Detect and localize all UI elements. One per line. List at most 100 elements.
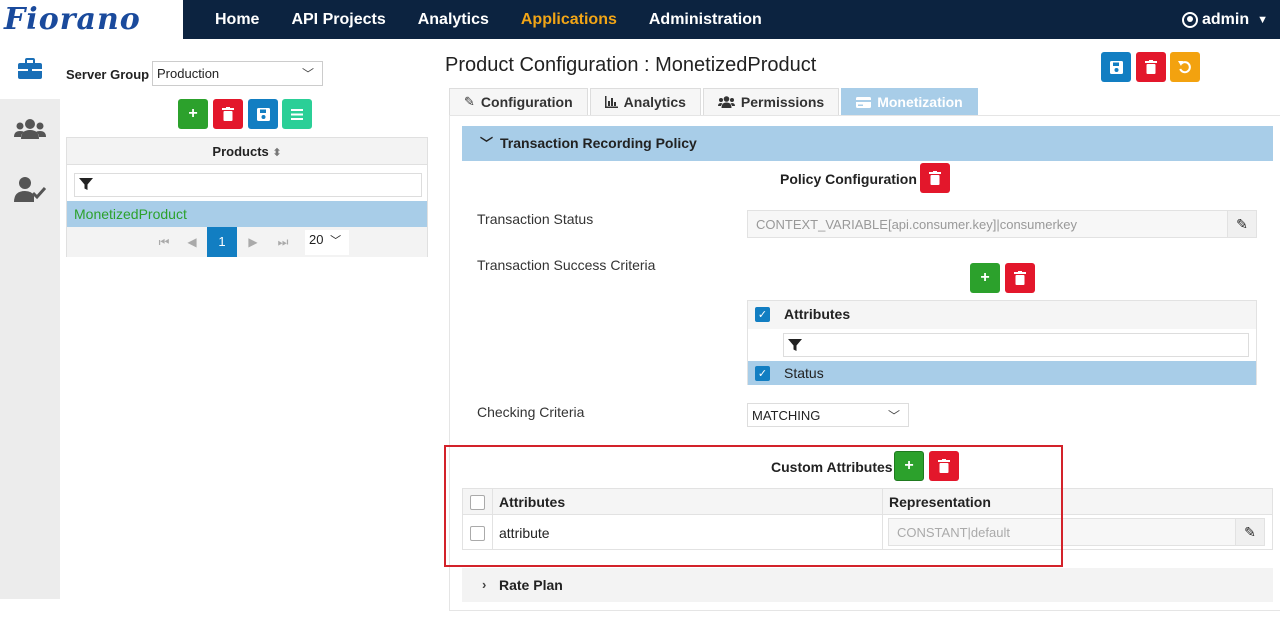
filter-icon (79, 178, 93, 190)
products-filter-input[interactable] (74, 173, 422, 197)
users-icon (14, 119, 46, 139)
user-name: admin (1201, 10, 1250, 28)
chevron-down-icon: ﹀ (887, 409, 900, 423)
users-icon (717, 96, 735, 108)
save-product-button[interactable] (248, 99, 278, 129)
checking-criteria-select[interactable]: MATCHING ﹀ (747, 403, 909, 427)
list-icon (291, 108, 303, 120)
top-bar: Fiorano Home API Projects Analytics Appl… (0, 0, 1280, 39)
delete-criteria-button[interactable] (1005, 263, 1035, 293)
user-circle-icon (1181, 11, 1198, 28)
criteria-grid-header: ✓ Attributes (748, 301, 1256, 329)
edit-icon: ✎ (1244, 523, 1256, 540)
tab-permissions[interactable]: Permissions (702, 88, 840, 115)
tab-monetization-label: Monetization (877, 94, 963, 110)
last-page-button[interactable]: ⏭ (268, 227, 298, 257)
nav-administration[interactable]: Administration (649, 11, 762, 29)
delete-policy-button[interactable] (920, 163, 950, 193)
row-checkbox[interactable]: ✓ (755, 366, 770, 381)
page-size-value: 20 (309, 232, 324, 247)
rail-item-applications[interactable] (0, 39, 60, 99)
tab-analytics[interactable]: Analytics (589, 88, 701, 115)
page-size-select[interactable]: 20 ﹀ (305, 230, 349, 255)
criteria-attributes-header[interactable]: Attributes (784, 306, 850, 322)
prev-page-button[interactable]: ◀ (177, 227, 207, 257)
user-menu[interactable]: admin ▼ (1181, 0, 1268, 39)
plus-icon: + (188, 105, 198, 122)
chevron-down-icon: ﹀ (330, 235, 342, 247)
chevron-right-icon: › (482, 577, 487, 592)
first-page-button[interactable]: ⏮ (149, 227, 179, 257)
criteria-filter-input[interactable] (783, 333, 1249, 357)
tab-permissions-label: Permissions (740, 94, 825, 110)
save-icon (1109, 60, 1123, 74)
nav-analytics[interactable]: Analytics (418, 11, 489, 29)
revert-config-button[interactable] (1170, 52, 1200, 82)
transaction-status-field: CONTEXT_VARIABLE[api.consumer.key]|consu… (747, 210, 1257, 238)
rail-item-user-check[interactable] (0, 159, 60, 219)
checking-criteria-value: MATCHING (752, 408, 821, 423)
chevron-down-icon: ﹀ (480, 136, 494, 151)
table-row[interactable]: ✓ Status (748, 361, 1256, 385)
undo-icon (1178, 61, 1191, 74)
server-group-select[interactable]: Production ﹀ (152, 61, 323, 86)
logo: Fiorano (0, 0, 183, 39)
trash-icon (1014, 271, 1026, 285)
product-row[interactable]: MonetizedProduct (67, 201, 427, 227)
edit-representation-button[interactable]: ✎ (1235, 518, 1265, 546)
left-rail (0, 39, 60, 599)
success-criteria-label: Transaction Success Criteria (477, 257, 656, 273)
current-page[interactable]: 1 (207, 227, 237, 257)
trash-icon (1145, 60, 1157, 74)
checking-criteria-label: Checking Criteria (477, 404, 585, 420)
policy-configuration-label: Policy Configuration (780, 171, 917, 187)
add-product-button[interactable]: + (178, 99, 208, 129)
server-group-value: Production (157, 66, 220, 81)
edit-transaction-status-button[interactable]: ✎ (1227, 210, 1257, 238)
highlight-box (444, 445, 1063, 567)
filter-icon (788, 339, 802, 351)
criteria-attributes-grid: ✓ Attributes ✓ Status (747, 300, 1257, 385)
products-header-label: Products (212, 144, 269, 159)
transaction-policy-header[interactable]: ﹀ Transaction Recording Policy (462, 126, 1273, 161)
trash-icon (929, 171, 941, 185)
nav-api-projects[interactable]: API Projects (291, 11, 385, 29)
tab-bar: ✎ Configuration Analytics Permissions Mo… (449, 88, 980, 115)
page-title: Product Configuration : MonetizedProduct (445, 54, 817, 76)
briefcase-icon (18, 58, 42, 79)
sort-icon: ⬍ (272, 147, 282, 159)
tab-configuration[interactable]: ✎ Configuration (449, 88, 588, 115)
criteria-attribute-value: Status (784, 365, 824, 381)
chart-icon (604, 96, 618, 108)
products-header[interactable]: Products ⬍ (67, 138, 427, 165)
delete-product-button[interactable] (213, 99, 243, 129)
nav-home[interactable]: Home (215, 11, 259, 29)
nav-applications[interactable]: Applications (521, 11, 617, 29)
tab-configuration-label: Configuration (480, 94, 573, 110)
save-icon (256, 107, 270, 121)
server-group-label: Server Group (66, 67, 150, 82)
save-config-button[interactable] (1101, 52, 1131, 82)
list-button[interactable] (282, 99, 312, 129)
transaction-status-label: Transaction Status (477, 211, 594, 227)
logo-text: Fiorano (4, 2, 141, 37)
tab-monetization[interactable]: Monetization (841, 88, 978, 115)
transaction-policy-title: Transaction Recording Policy (500, 135, 697, 151)
products-panel: Products ⬍ MonetizedProduct ⏮ ◀ 1 ▶ ⏭ 20… (66, 137, 428, 257)
tab-analytics-label: Analytics (623, 94, 686, 110)
trash-icon (222, 107, 234, 121)
pager: ⏮ ◀ 1 ▶ ⏭ 20 ﹀ (67, 227, 427, 257)
plus-icon: + (980, 269, 990, 286)
rate-plan-header[interactable]: › Rate Plan (462, 568, 1273, 602)
main-nav: Home API Projects Analytics Applications… (199, 0, 778, 39)
edit-icon: ✎ (1236, 215, 1248, 232)
rail-item-users[interactable] (0, 99, 60, 159)
delete-config-button[interactable] (1136, 52, 1166, 82)
card-icon (856, 96, 872, 108)
pencil-icon: ✎ (464, 94, 475, 109)
add-criteria-button[interactable]: + (970, 263, 1000, 293)
caret-down-icon: ▼ (1257, 13, 1268, 26)
rate-plan-title: Rate Plan (499, 577, 563, 593)
select-all-checkbox[interactable]: ✓ (755, 307, 770, 322)
next-page-button[interactable]: ▶ (238, 227, 268, 257)
